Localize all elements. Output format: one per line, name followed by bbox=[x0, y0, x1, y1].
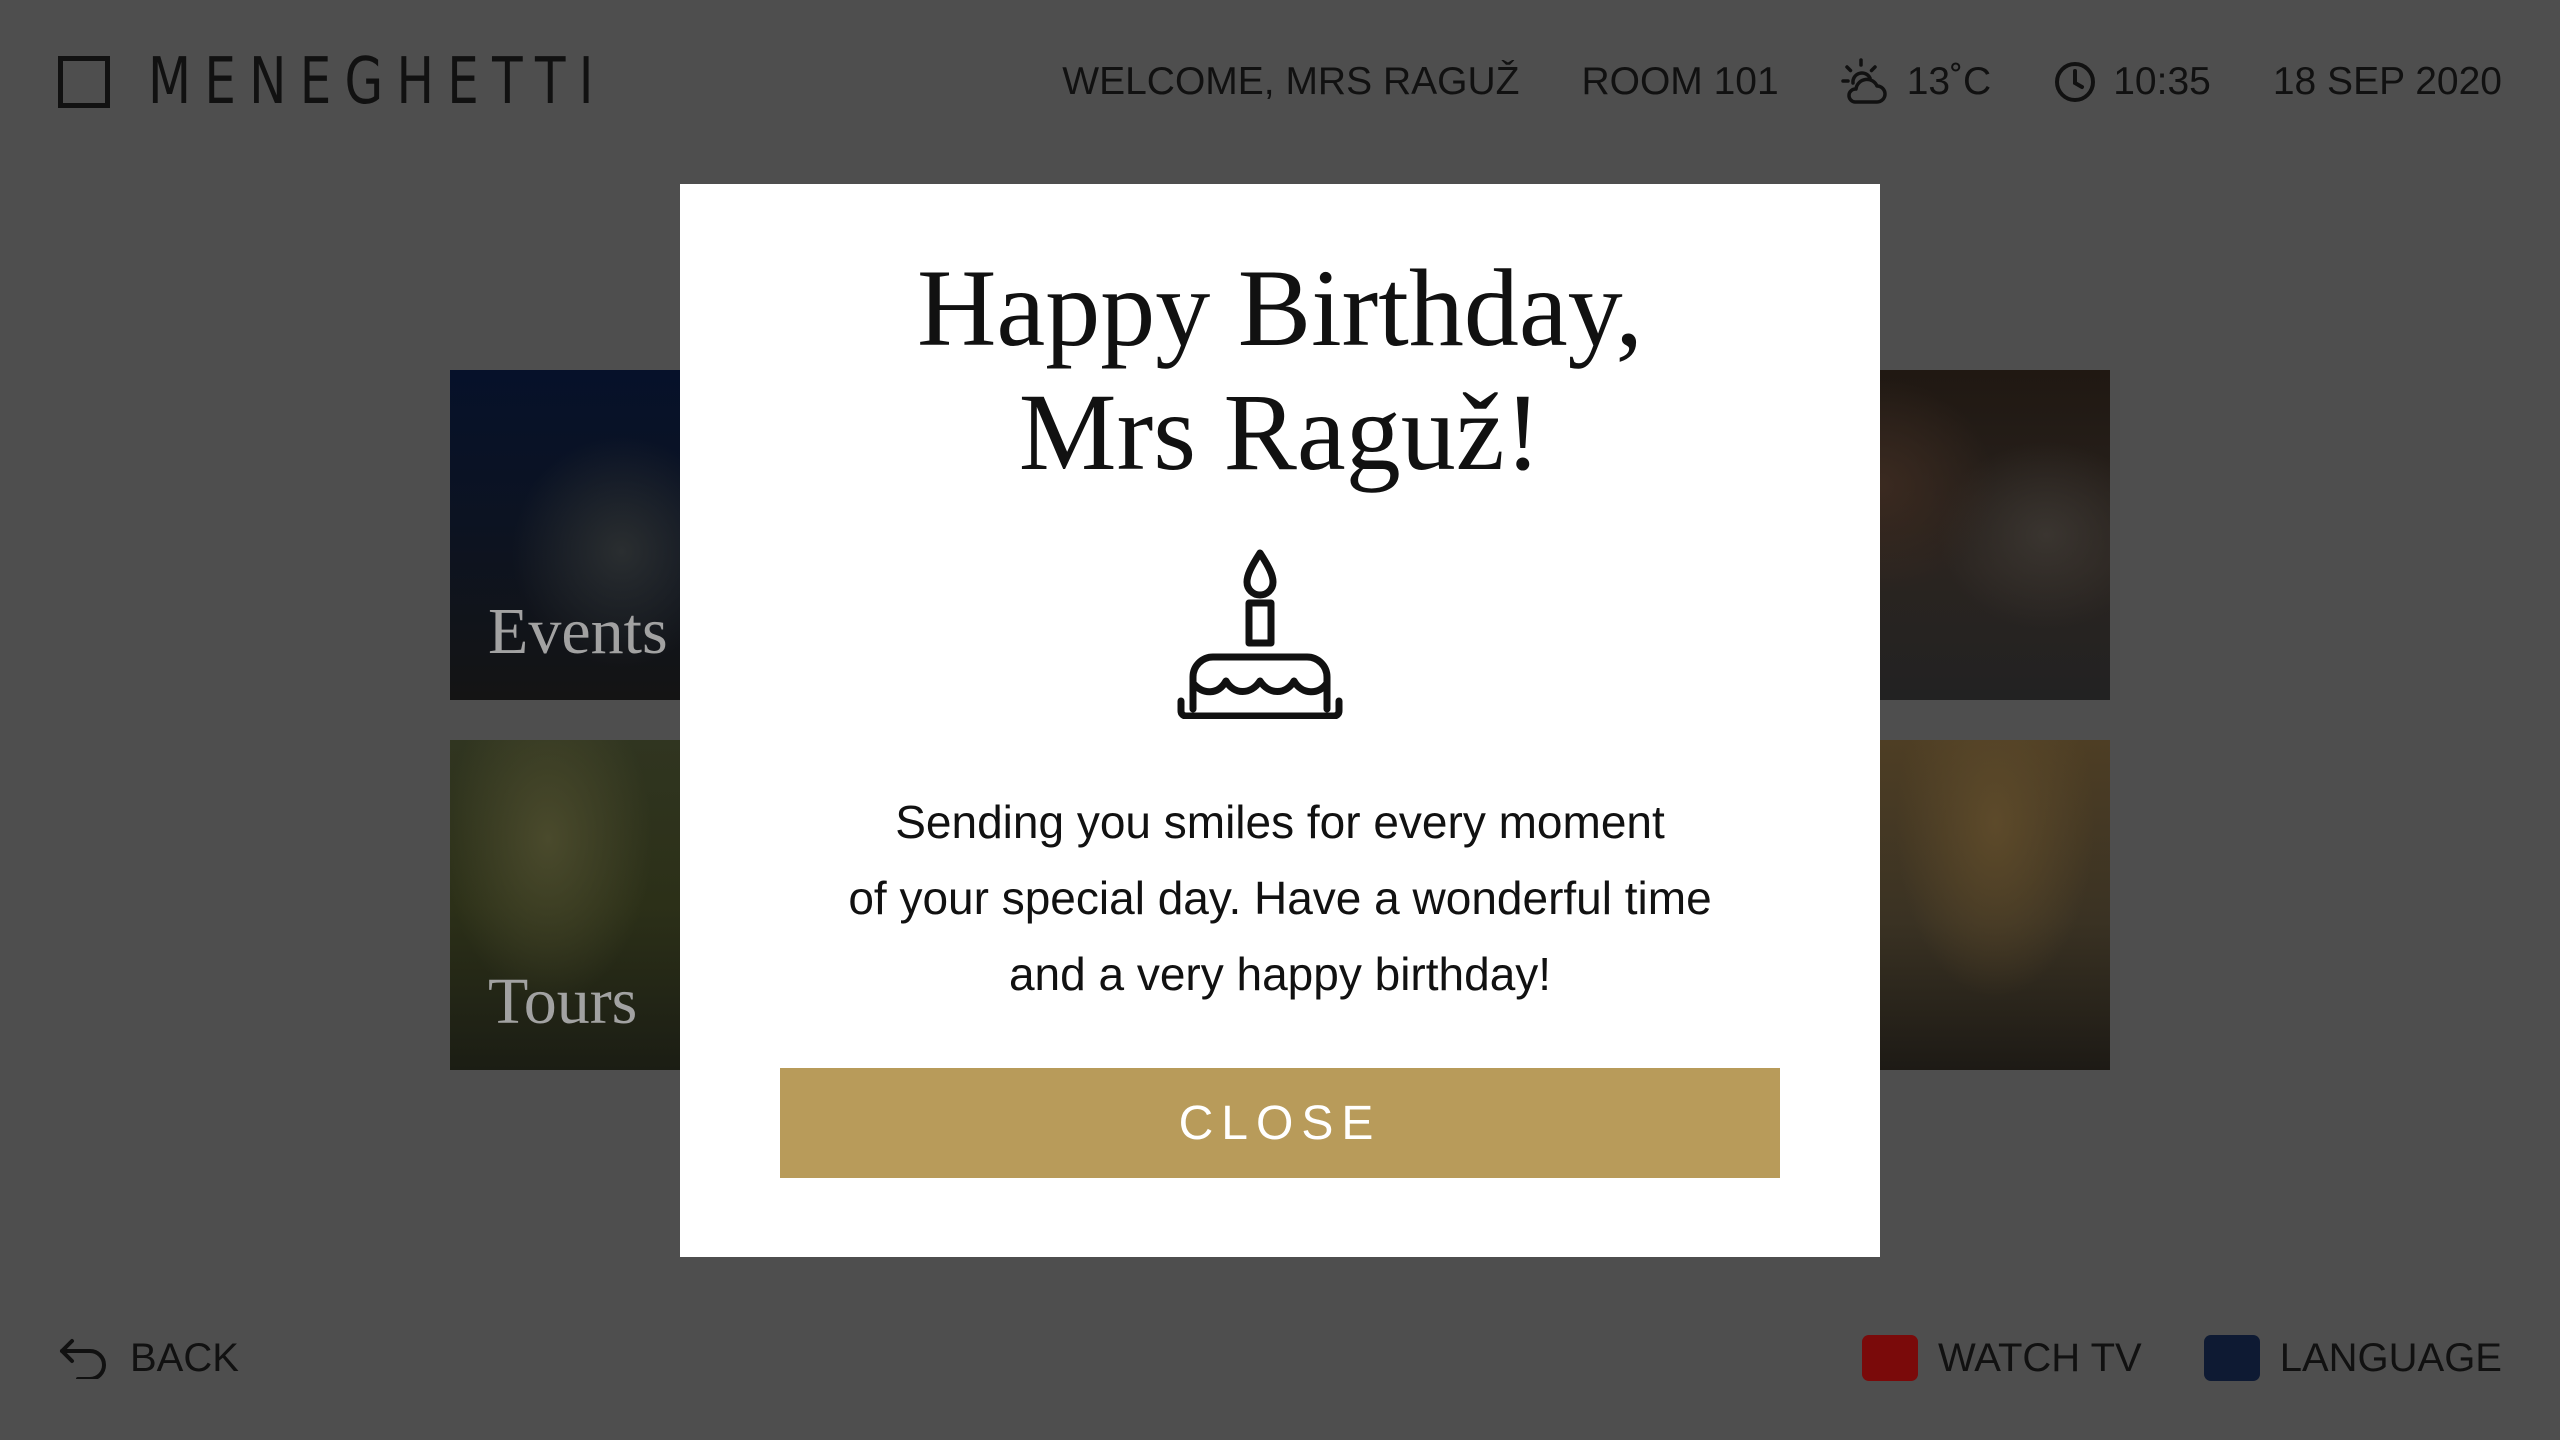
birthday-modal: Happy Birthday, Mrs Raguž! Sending you s… bbox=[680, 184, 1880, 1257]
back-label: BACK bbox=[130, 1335, 239, 1380]
room-number: ROOM 101 bbox=[1581, 60, 1779, 103]
brand-logo: MENEGHETTI bbox=[58, 45, 736, 119]
temperature: 13˚C bbox=[1906, 60, 1992, 103]
title-line: Happy Birthday, bbox=[916, 247, 1644, 369]
language-label: LANGUAGE bbox=[2279, 1335, 2502, 1380]
tile-label: Events bbox=[488, 595, 668, 668]
status-bar: WELCOME, MRS RAGUŽ ROOM 101 13˚C 10:35 1… bbox=[1062, 52, 2502, 112]
square-outline-icon bbox=[58, 56, 110, 108]
modal-title: Happy Birthday, Mrs Raguž! bbox=[680, 246, 1880, 494]
footer-actions: WATCH TV LANGUAGE bbox=[1862, 1330, 2502, 1386]
tile-tours[interactable]: Tours bbox=[450, 740, 695, 1070]
back-arrow-icon bbox=[60, 1339, 106, 1379]
tile-bottom-right[interactable] bbox=[1855, 740, 2110, 1070]
time-value: 10:35 bbox=[2113, 60, 2211, 103]
message-line: and a very happy birthday! bbox=[1008, 948, 1552, 1000]
welcome-text: WELCOME, MRS RAGUŽ bbox=[1062, 60, 1520, 103]
watch-tv-label: WATCH TV bbox=[1938, 1335, 2142, 1380]
close-button[interactable]: CLOSE bbox=[780, 1068, 1780, 1178]
birthday-cake-icon bbox=[1177, 549, 1343, 719]
top-bar: MENEGHETTI WELCOME, MRS RAGUŽ ROOM 101 1… bbox=[0, 0, 2560, 165]
brand-name: MENEGHETTI bbox=[148, 45, 607, 119]
language-button[interactable]: LANGUAGE bbox=[2203, 1335, 2502, 1381]
tile-label: Tours bbox=[488, 965, 638, 1038]
message-line: of your special day. Have a wonderful ti… bbox=[848, 872, 1712, 924]
watch-tv-button[interactable]: WATCH TV bbox=[1862, 1335, 2142, 1381]
date: 18 SEP 2020 bbox=[2272, 60, 2502, 103]
message-line: Sending you smiles for every moment bbox=[895, 796, 1665, 848]
clock-icon bbox=[2055, 62, 2096, 102]
tile-events[interactable]: Events bbox=[450, 370, 695, 700]
modal-message: Sending you smiles for every moment of y… bbox=[760, 784, 1800, 1012]
red-key-swatch bbox=[1862, 1335, 1918, 1381]
blue-key-swatch bbox=[2203, 1335, 2260, 1381]
weather: 13˚C bbox=[1840, 57, 1992, 107]
sun-cloud-icon bbox=[1840, 58, 1887, 104]
tile-top-right[interactable] bbox=[1855, 370, 2110, 700]
back-button[interactable]: BACK bbox=[58, 1330, 239, 1386]
time: 10:35 bbox=[2053, 60, 2211, 104]
title-line: Mrs Raguž! bbox=[1018, 371, 1542, 493]
